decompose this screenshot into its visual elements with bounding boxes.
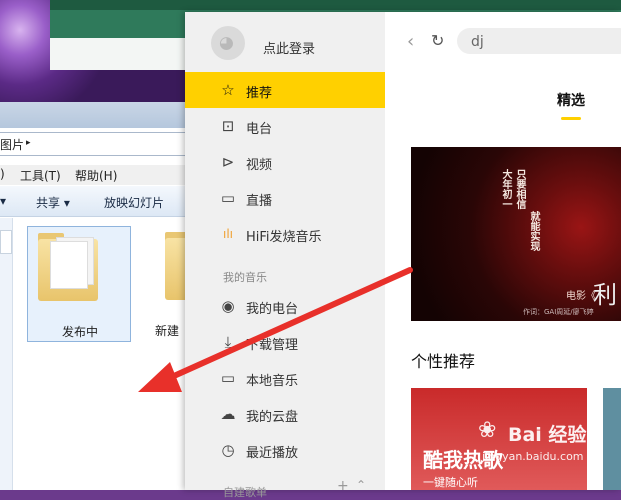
- radio-icon: ⊡: [221, 117, 235, 135]
- folder-label: 发布中: [61, 325, 98, 339]
- download-icon: ⤓: [224, 333, 232, 351]
- watermark-brand: Bai 经验: [508, 424, 587, 446]
- banner-movie-label: 电影《: [566, 291, 596, 302]
- sidebar-item-radio[interactable]: ⊡ 电台: [185, 108, 385, 144]
- menu-view-fragment[interactable]: ): [0, 167, 5, 181]
- banner-text: 就能实现: [528, 211, 539, 251]
- explorer-toolbar: ▾ 共享 ▾ 放映幻灯片: [0, 186, 200, 217]
- sidebar-item-label: HiFi发烧音乐: [246, 230, 322, 245]
- back-icon[interactable]: ‹: [407, 31, 414, 52]
- section-title: 个性推荐: [411, 352, 476, 371]
- sidebar-item-live[interactable]: ▭ 直播: [185, 180, 385, 216]
- sidebar-item-recent[interactable]: ◷ 最近播放: [185, 432, 385, 468]
- star-icon: ☆: [221, 81, 235, 99]
- refresh-icon[interactable]: ↻: [431, 31, 444, 50]
- banner-text: 大年初一: [500, 169, 511, 209]
- cloud-icon: ☁: [220, 405, 236, 423]
- sidebar-item-downloads[interactable]: ⤓ 下载管理: [185, 324, 385, 360]
- watermark-url: jingyan.baidu.com: [482, 450, 584, 463]
- sidebar-item-cloud[interactable]: ☁ 我的云盘: [185, 396, 385, 432]
- sidebar-item-label: 本地音乐: [246, 374, 299, 389]
- sidebar-item-recommend[interactable]: ☆ 推荐: [185, 72, 385, 108]
- section-heading: 自建歌单: [223, 486, 267, 499]
- share-button[interactable]: 共享 ▾: [36, 194, 70, 211]
- camera-icon: ▭: [220, 189, 236, 207]
- address-bar[interactable]: 图片 ▸: [0, 132, 200, 156]
- paw-icon: ❀: [478, 418, 497, 443]
- address-text: 图片: [0, 138, 25, 152]
- sidebar-item-hifi[interactable]: ılı HiFi发烧音乐: [185, 216, 385, 252]
- menu-bar: ) 工具(T) 帮助(H): [0, 165, 200, 185]
- banner-text: 只要相信: [514, 169, 525, 209]
- sidebar-item-label: 我的电台: [246, 302, 299, 317]
- search-input[interactable]: [469, 32, 621, 52]
- sidebar: ◕ 点此登录 ☆ 推荐 ⊡ 电台 ⊳ 视频 ▭ 直播 ılı HiFi发烧音乐 …: [185, 12, 385, 499]
- slideshow-button[interactable]: 放映幻灯片: [104, 194, 164, 211]
- sidebar-item-label: 电台: [246, 122, 273, 137]
- tab-featured[interactable]: 精选: [557, 90, 585, 110]
- user-icon: ◕: [219, 33, 234, 53]
- sidebar-item-label: 下载管理: [246, 338, 299, 353]
- avatar[interactable]: ◕: [211, 26, 245, 60]
- history-icon: ◷: [221, 441, 235, 459]
- featured-banner[interactable]: 大年初一 只要相信 就能实现 电影《 利 作词：GAI周延/廖飞婷: [411, 147, 621, 321]
- sidebar-item-label: 最近播放: [246, 446, 299, 461]
- sidebar-item-my-radio[interactable]: ◉ 我的电台: [185, 288, 385, 324]
- search-box[interactable]: [457, 28, 621, 54]
- menu-help[interactable]: 帮助(H): [75, 167, 117, 184]
- sidebar-item-label: 我的云盘: [246, 410, 299, 425]
- section-heading: 我的音乐: [223, 271, 267, 284]
- navigation-pane[interactable]: [0, 218, 13, 490]
- address-arrow-icon[interactable]: ▸: [26, 138, 31, 148]
- add-playlist-icon[interactable]: +: [337, 478, 349, 494]
- sidebar-item-video[interactable]: ⊳ 视频: [185, 144, 385, 180]
- folder-label: 新建: [155, 324, 180, 338]
- video-icon: ⊳: [221, 153, 235, 171]
- sidebar-item-label: 直播: [246, 194, 273, 209]
- my-radio-icon: ◉: [221, 297, 235, 315]
- login-link[interactable]: 点此登录: [263, 38, 315, 57]
- menu-tools[interactable]: 工具(T): [20, 167, 61, 184]
- card-subtitle: 一键随心听: [423, 476, 478, 489]
- sidebar-item-local-music[interactable]: ▭ 本地音乐: [185, 360, 385, 396]
- explorer-titlebar: [0, 102, 200, 128]
- banner-title: 利: [593, 281, 617, 309]
- sidebar-item-label: 视频: [246, 158, 273, 173]
- sidebar-item-label: 推荐: [246, 86, 273, 101]
- local-music-icon: ▭: [220, 369, 236, 387]
- toolbar-arrow-icon[interactable]: ▾: [0, 194, 6, 208]
- banner-credits: 作词：GAI周延/廖飞婷: [523, 308, 594, 316]
- tab-indicator: [561, 117, 581, 120]
- hifi-icon: ılı: [222, 227, 233, 241]
- folder-item[interactable]: 发布中: [27, 226, 131, 342]
- watermark-logo: ❀ Bai 经验 jingyan.baidu.com: [478, 418, 613, 478]
